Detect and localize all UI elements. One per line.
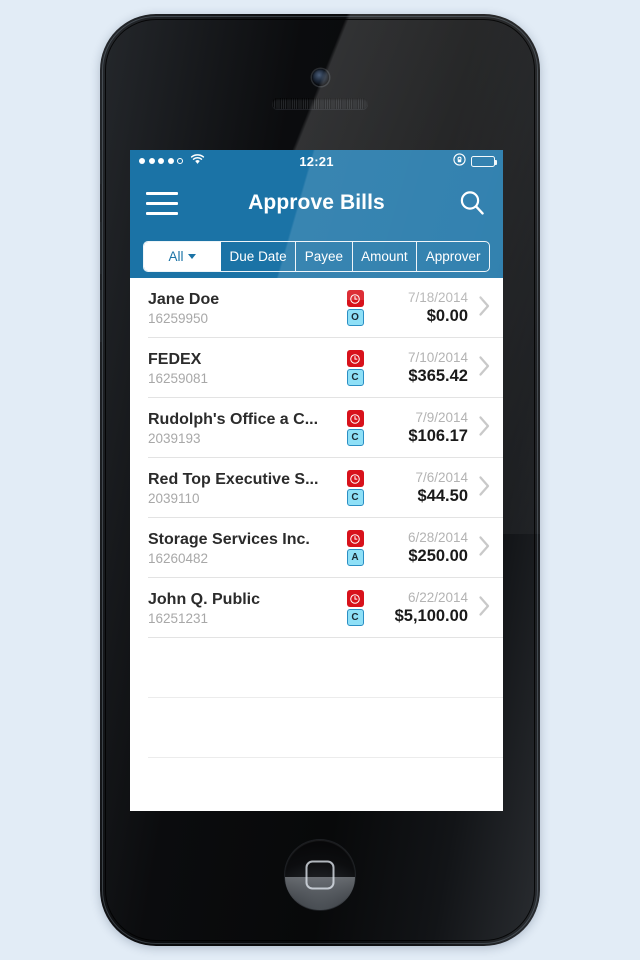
chevron-right-icon[interactable] xyxy=(478,595,491,622)
bill-number: 16260482 xyxy=(148,550,209,566)
bill-status-badges: C xyxy=(342,410,368,446)
chevron-right-icon[interactable] xyxy=(478,415,491,442)
chevron-right-icon[interactable] xyxy=(478,355,491,382)
bill-due-date: 7/9/2014 xyxy=(415,410,468,425)
bill-number: 2039193 xyxy=(148,430,201,446)
bill-payee: Jane Doe xyxy=(148,290,220,308)
phone-screen: 12:21 Approve Bills All Due Date Payee A… xyxy=(130,150,503,811)
battery-icon xyxy=(471,155,498,167)
bill-status-badges: C xyxy=(342,470,368,506)
bill-number: 2039110 xyxy=(148,490,200,506)
bill-amounts: 7/6/2014 $44.50 xyxy=(376,470,468,506)
filter-segmented-control[interactable]: All Due Date Payee Amount Approver xyxy=(143,240,490,272)
navigation-bar: Approve Bills xyxy=(130,172,503,234)
filter-segment-all-label: All xyxy=(168,248,184,264)
status-badge: C xyxy=(346,489,364,506)
status-bar: 12:21 xyxy=(130,150,503,172)
bill-amounts: 7/18/2014 $0.00 xyxy=(376,290,468,326)
table-row[interactable]: FEDEX 16259081 C 7/10/2014 $365.42 xyxy=(130,338,503,398)
bill-amount: $44.50 xyxy=(417,487,468,505)
home-button-square-icon xyxy=(305,860,335,890)
bill-amounts: 6/28/2014 $250.00 xyxy=(376,530,468,566)
filter-segment-due-date[interactable]: Due Date xyxy=(221,241,297,271)
table-row[interactable]: Red Top Executive S... 2039110 C 7/6/2014 $4… xyxy=(130,458,503,518)
bill-payee: John Q. Public xyxy=(148,590,261,608)
bill-amounts: 7/10/2014 $365.42 xyxy=(376,350,468,386)
bill-amount: $5,100.00 xyxy=(394,607,468,625)
clock-icon xyxy=(346,290,364,307)
clock-icon xyxy=(346,530,364,547)
clock-icon xyxy=(346,470,364,487)
bill-payee: FEDEX xyxy=(148,350,202,368)
bill-identity: FEDEX 16259081 xyxy=(148,351,334,386)
status-badge: A xyxy=(346,549,364,566)
status-badge: O xyxy=(346,309,364,326)
bill-amount: $106.17 xyxy=(408,427,468,445)
clock-icon xyxy=(346,410,364,427)
hamburger-menu-icon[interactable] xyxy=(146,191,178,215)
chevron-right-icon[interactable] xyxy=(478,535,491,562)
bill-status-badges: C xyxy=(342,590,368,626)
home-button[interactable] xyxy=(285,840,355,910)
bill-identity: John Q. Public 16251231 xyxy=(148,591,334,626)
search-icon[interactable] xyxy=(457,188,487,218)
clock-icon xyxy=(346,590,364,607)
bill-identity: Jane Doe 16259950 xyxy=(148,291,334,326)
bill-status-badges: A xyxy=(342,530,368,566)
filter-bar: All Due Date Payee Amount Approver xyxy=(130,234,503,278)
bill-payee: Rudolph's Office a C... xyxy=(148,410,319,428)
filter-segment-payee[interactable]: Payee xyxy=(296,241,353,271)
bill-status-badges: C xyxy=(342,350,368,386)
bill-identity: Storage Services Inc. 16260482 xyxy=(148,531,334,566)
bill-due-date: 7/18/2014 xyxy=(407,290,468,305)
bill-due-date: 6/28/2014 xyxy=(407,530,468,545)
filter-segment-all[interactable]: All xyxy=(144,241,221,271)
bill-amount: $250.00 xyxy=(408,547,468,565)
chevron-right-icon[interactable] xyxy=(478,295,491,322)
chevron-right-icon[interactable] xyxy=(478,475,491,502)
filter-segment-approver[interactable]: Approver xyxy=(417,242,489,271)
empty-list-row xyxy=(130,638,503,698)
bill-due-date: 7/10/2014 xyxy=(407,350,468,365)
bill-due-date: 6/22/2014 xyxy=(407,590,468,605)
bill-identity: Red Top Executive S... 2039110 xyxy=(148,471,334,506)
bill-status-badges: O xyxy=(342,290,368,326)
chevron-down-icon xyxy=(187,253,196,259)
status-badge: C xyxy=(346,429,364,446)
volume-up-button[interactable] xyxy=(100,222,103,274)
status-bar-clock: 12:21 xyxy=(299,153,334,169)
bill-number: 16251231 xyxy=(148,610,209,626)
phone-device: 12:21 Approve Bills All Due Date Payee A… xyxy=(100,14,540,946)
bill-number: 16259081 xyxy=(148,370,209,386)
volume-down-button[interactable] xyxy=(100,290,103,342)
clock-icon xyxy=(346,350,364,367)
table-row[interactable]: John Q. Public 16251231 C 6/22/2014 $5,100.0… xyxy=(130,578,503,638)
bill-payee: Red Top Executive S... xyxy=(148,470,319,488)
earpiece-speaker xyxy=(272,98,368,109)
bill-identity: Rudolph's Office a C... 2039193 xyxy=(148,411,334,446)
bill-payee: Storage Services Inc. xyxy=(148,530,310,548)
empty-list-row xyxy=(130,758,503,811)
status-badge: C xyxy=(346,609,364,626)
table-row[interactable]: Storage Services Inc. 16260482 A 6/28/2014 $… xyxy=(130,518,503,578)
table-row[interactable]: Rudolph's Office a C... 2039193 C 7/9/2014 $… xyxy=(130,398,503,458)
bill-due-date: 7/6/2014 xyxy=(415,470,468,485)
scene: 12:21 Approve Bills All Due Date Payee A… xyxy=(0,0,640,960)
empty-list-row xyxy=(130,698,503,758)
page-title: Approve Bills xyxy=(248,191,385,214)
table-row[interactable]: Jane Doe 16259950 O 7/18/2014 $0.00 xyxy=(130,278,503,338)
bill-amount: $365.42 xyxy=(408,367,468,385)
bill-number: 16259950 xyxy=(148,310,209,326)
front-camera xyxy=(312,69,329,86)
bill-amounts: 6/22/2014 $5,100.00 xyxy=(376,590,468,626)
bill-amount: $0.00 xyxy=(426,307,468,325)
status-badge: C xyxy=(346,369,364,386)
filter-segment-amount[interactable]: Amount xyxy=(353,241,418,271)
bill-amounts: 7/9/2014 $106.17 xyxy=(376,410,468,446)
bill-list: Jane Doe 16259950 O 7/18/2014 $0.00 FEDEX 1625… xyxy=(130,278,503,811)
silent-switch[interactable] xyxy=(100,150,103,184)
